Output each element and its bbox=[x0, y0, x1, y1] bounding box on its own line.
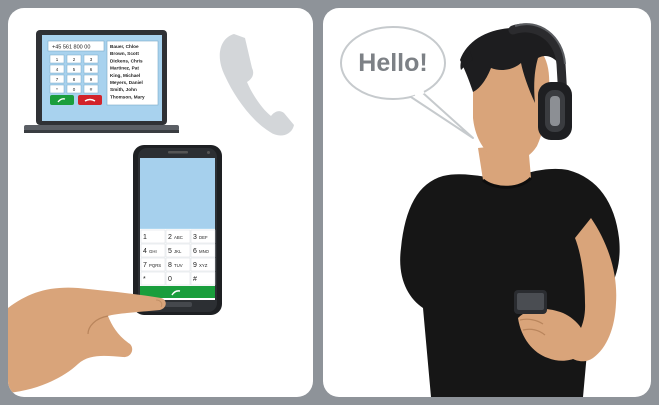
phone-key-letters: MNO bbox=[199, 249, 210, 254]
laptop-call-button[interactable] bbox=[50, 95, 74, 105]
phone-receiver-icon bbox=[219, 34, 294, 136]
phone-key-digit: 1 bbox=[143, 234, 147, 241]
phone-key-digit: 6 bbox=[193, 248, 197, 255]
hand bbox=[8, 287, 166, 393]
phone-key-letters: GHI bbox=[149, 249, 157, 254]
phone-key-digit: 3 bbox=[193, 234, 197, 241]
contact-item[interactable]: Bauer, Chloe bbox=[110, 44, 139, 49]
laptop: +45 561 800 00 1 2 34 5 67 8 9* 0 # Bauer, Chloe… bbox=[24, 30, 179, 133]
contact-item[interactable]: Smith, John bbox=[110, 87, 137, 92]
contact-item[interactable]: Martinez, Pat bbox=[110, 66, 139, 71]
phone-key-letters: XYZ bbox=[199, 263, 208, 268]
phone-key-letters: TUV bbox=[174, 263, 183, 268]
left-panel: +45 561 800 00 1 2 3 4 5 6 7 8 9 * 0 # Bauer, Chloe… bbox=[8, 8, 313, 397]
right-panel: Hello! bbox=[323, 8, 651, 397]
laptop-number: +45 561 800 00 bbox=[52, 45, 90, 51]
home-button[interactable] bbox=[164, 302, 192, 307]
phone-key-letters: JKL bbox=[174, 249, 182, 254]
contact-item[interactable]: Brown, Scott bbox=[110, 51, 139, 56]
phone-key-digit: 5 bbox=[168, 248, 172, 255]
contact-item[interactable]: Thomson, Mary bbox=[110, 94, 145, 99]
phone-key-digit: 4 bbox=[143, 248, 147, 255]
smartphone: 1 2 ABC 3 DEF 4 GHI 5 JKL 6 MNO 7 PQRS 8 TUV 9 XYZ * 0 # bbox=[133, 145, 222, 315]
phone-key-digit: # bbox=[193, 276, 197, 283]
phone-key-digit: 8 bbox=[168, 262, 172, 269]
phone-key-digit: * bbox=[143, 276, 146, 283]
phone-call-button[interactable] bbox=[140, 286, 215, 298]
phone-key-letters: ABC bbox=[174, 235, 183, 240]
left-panel-art: +45 561 800 00 1 2 3 4 5 6 7 8 9 * 0 # Bauer, Chloe… bbox=[8, 30, 294, 393]
contact-item[interactable]: Meyers, Daniel bbox=[110, 80, 143, 85]
phone-key-letters: DEF bbox=[199, 235, 208, 240]
phone-key-letters: PQRS bbox=[149, 263, 161, 268]
laptop-key-label: * bbox=[56, 87, 58, 92]
phone-key-digit: 2 bbox=[168, 234, 172, 241]
illustration: +45 561 800 00 1 2 3 4 5 6 7 8 9 * 0 # Bauer, Chloe… bbox=[0, 0, 659, 405]
contact-item[interactable]: Dickens, Chris bbox=[110, 58, 143, 63]
speech-text: Hello! bbox=[358, 49, 427, 77]
contact-item[interactable]: King, Michael bbox=[110, 73, 140, 78]
speech-bubble: Hello! bbox=[340, 26, 474, 139]
right-panel-art: Hello! bbox=[340, 23, 620, 397]
phone-key-digit: 7 bbox=[143, 262, 147, 269]
phone-key-digit: 0 bbox=[168, 276, 172, 283]
phone-key-digit: 9 bbox=[193, 262, 197, 269]
